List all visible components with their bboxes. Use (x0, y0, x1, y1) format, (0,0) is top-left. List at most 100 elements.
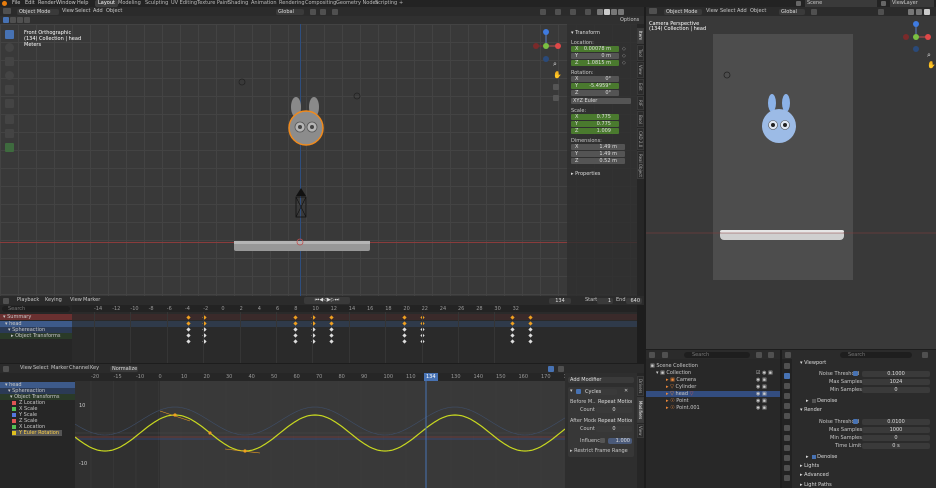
modifiers-tab-icon[interactable] (784, 435, 790, 441)
tab-graph-view[interactable]: View (637, 424, 644, 438)
tab-edit[interactable]: Edit (637, 79, 644, 95)
keyframe[interactable] (186, 315, 191, 320)
xray-icon[interactable] (585, 8, 591, 15)
keyframe[interactable] (510, 321, 515, 326)
scene-selector[interactable]: Scene (805, 0, 877, 7)
keyframe[interactable] (293, 315, 298, 320)
after-mode-select[interactable]: Repeat Motion (596, 418, 632, 424)
menu-select[interactable]: Select (75, 8, 90, 15)
render-section-header[interactable]: ▾ Render (800, 407, 822, 413)
channel-object-transforms[interactable]: ▸ Object Transforms (0, 333, 72, 339)
menu-help[interactable]: Help (77, 0, 88, 7)
menu-render[interactable]: Render (38, 0, 56, 7)
outliner-camera[interactable]: ▸ ▣ Camera (666, 377, 696, 383)
channel-summary[interactable]: ▾ Summary (0, 314, 72, 320)
particles-tab-icon[interactable] (784, 445, 790, 451)
camera-menu-view[interactable]: View (706, 8, 718, 15)
shading-rendered-icon[interactable] (618, 8, 624, 15)
camera-navigation-gizmo[interactable] (902, 19, 934, 55)
timeline-menu-marker[interactable]: Marker (83, 297, 100, 304)
influence-checkbox[interactable] (600, 438, 605, 443)
overlay-toggle-icon[interactable] (570, 8, 576, 15)
data-tab-icon[interactable] (784, 475, 790, 481)
render-tab-icon[interactable] (784, 373, 790, 379)
outliner-point-001[interactable]: ▸ ☉ Point.001 (666, 405, 700, 411)
keyframe[interactable] (402, 327, 407, 332)
after-count-field[interactable]: 0 (596, 426, 632, 432)
lights-section-header[interactable]: ▸ Lights (800, 463, 819, 469)
proportional-edit-icon[interactable] (332, 8, 338, 15)
render-denoise-checkbox[interactable] (812, 455, 816, 459)
properties-editor-icon[interactable] (785, 351, 791, 358)
keyframe[interactable] (402, 315, 407, 320)
keyframe[interactable] (293, 333, 298, 338)
timeline-menu-keying[interactable]: Keying (45, 297, 62, 304)
noise-threshold-field[interactable]: 0.1000 (862, 370, 930, 377)
keyframe[interactable] (510, 315, 515, 320)
modifier-delete-icon[interactable]: ✕ (624, 388, 628, 394)
tab-tool[interactable]: Tool (637, 45, 644, 61)
start-frame-field[interactable]: 1 (597, 297, 613, 304)
select-mode-icon[interactable] (3, 17, 9, 23)
editor-type-icon[interactable] (649, 8, 657, 14)
timeline-menu-playback[interactable]: Playback (17, 297, 39, 304)
menu-view[interactable]: View (62, 8, 74, 15)
graph-canvas[interactable]: -20-15-100102030405060708090100110120130… (75, 373, 573, 488)
add-modifier-button[interactable]: Add Modifier (568, 377, 634, 383)
properties-pin-icon[interactable] (922, 351, 928, 358)
tab-sculpting[interactable]: Sculpting (142, 0, 171, 7)
outliner-visibility-column[interactable]: ☑ ◉ ▣ ◉ ▣ ◉ ▣ ◉ ▣ ◉ ▣ ◉ ▣ (756, 370, 778, 412)
normalize-toggle[interactable]: Normalize (110, 365, 138, 372)
view-layer-selector[interactable]: ViewLayer (890, 0, 934, 7)
camera-menu-select[interactable]: Select (720, 8, 735, 15)
camera-shading-material-icon[interactable] (916, 8, 922, 15)
snap-icon[interactable] (320, 8, 326, 15)
rotation-z-field[interactable]: Z 0° (571, 90, 619, 96)
location-y-field[interactable]: Y0 m (571, 53, 619, 59)
graph-editor-icon[interactable] (3, 365, 9, 372)
keyframe[interactable] (329, 339, 334, 344)
timeline-area[interactable]: -14 -12 -10 -8 -6 -4 -2 0 2 4 6 8 10 12 14 16 18 20 22 24 26… (72, 305, 637, 363)
camera-viewport[interactable]: Camera Perspective (134) Collection | he… (646, 16, 936, 349)
rotation-y-field[interactable]: Y -5.4959° (571, 83, 619, 89)
keyframe[interactable] (186, 327, 191, 332)
outliner-search-input[interactable]: Search (684, 351, 750, 358)
editor-type-icon[interactable] (3, 8, 11, 14)
viewport-denoise-header[interactable]: ▸ Denoise (806, 398, 837, 404)
orientation-selector[interactable]: Global (276, 8, 304, 15)
time-limit-field[interactable]: 0 s (862, 442, 930, 449)
add-workspace-button[interactable]: + (396, 0, 406, 7)
camera-mode-selector[interactable]: Object Mode (664, 8, 702, 15)
end-frame-field[interactable]: 640 (626, 297, 642, 304)
options-button[interactable]: Options (620, 16, 639, 24)
timeline-editor-icon[interactable] (3, 297, 9, 304)
rotation-x-field[interactable]: X 0° (571, 76, 619, 82)
keyframe[interactable] (186, 321, 191, 326)
keyframe[interactable] (329, 333, 334, 338)
mode-selector[interactable]: Object Mode (17, 8, 59, 15)
viewport-denoise-checkbox[interactable] (812, 399, 816, 403)
menu-object[interactable]: Object (106, 8, 122, 15)
render-denoise-header[interactable]: ▸ Denoise (806, 454, 837, 460)
keyframe[interactable] (293, 321, 298, 326)
camera-orientation-selector[interactable]: Global (779, 8, 805, 15)
outliner-editor-icon[interactable] (649, 351, 655, 358)
influence-field[interactable]: 1.000 (608, 438, 632, 444)
before-mode-select[interactable]: Repeat Motion (596, 399, 632, 405)
timeline-search-input[interactable]: Search (2, 306, 70, 312)
restrict-range-header[interactable]: ▸ Restrict Frame Range (570, 448, 628, 454)
outliner-collection[interactable]: ▾ ▣ Collection (656, 370, 691, 376)
camera-shading-rendered-icon[interactable] (924, 8, 930, 15)
keyframe[interactable] (510, 339, 515, 344)
shading-wire-icon[interactable] (597, 8, 603, 15)
camera-zoom-icon[interactable]: ⌕ (927, 52, 933, 59)
keyframe[interactable] (510, 333, 515, 338)
camera-menu-object[interactable]: Object (750, 8, 766, 15)
keyframe[interactable] (528, 333, 533, 338)
keyframe[interactable] (402, 339, 407, 344)
outliner-display-mode-icon[interactable] (662, 351, 668, 358)
tab-modifiers[interactable]: Modifiers (637, 397, 644, 423)
view-layer-tab-icon[interactable] (784, 393, 790, 399)
scale-z-field[interactable]: Z 1.009 (571, 128, 619, 134)
fcurve-y-euler-rotation[interactable]: Y Euler Rotation (12, 430, 62, 436)
